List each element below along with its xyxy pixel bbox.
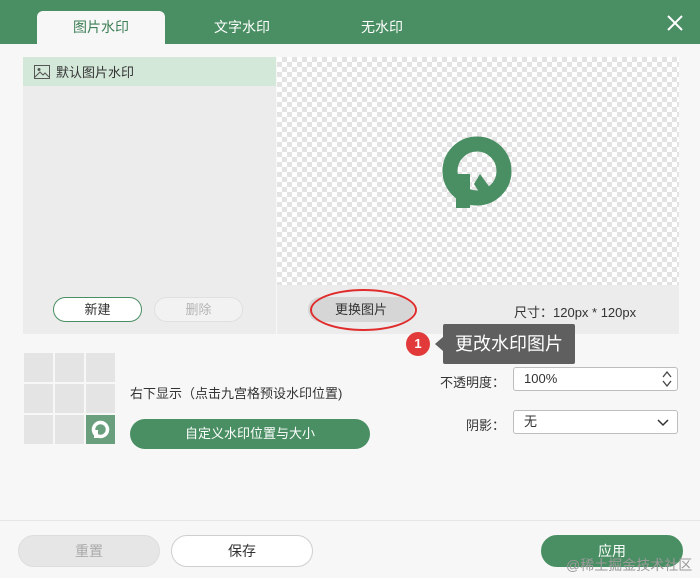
site-watermark: @稀土掘金技术社区 — [566, 557, 693, 573]
save-button[interactable]: 保存 — [171, 535, 313, 567]
highlight-ring — [310, 289, 417, 331]
spinner-icon[interactable] — [661, 369, 673, 389]
footer-divider — [0, 520, 700, 521]
grid-cell-middle-right[interactable] — [86, 384, 115, 413]
custom-position-button[interactable]: 自定义水印位置与大小 — [130, 419, 370, 449]
step-badge: 1 — [406, 332, 430, 356]
chevron-down-icon — [657, 419, 669, 427]
grid-cell-bottom-left[interactable] — [24, 415, 53, 444]
watermark-preview — [277, 57, 679, 285]
grid-cell-center[interactable] — [55, 384, 84, 413]
list-item-label: 默认图片水印 — [56, 65, 135, 80]
shadow-label: 阴影： — [466, 418, 506, 433]
opacity-value: 100% — [524, 371, 558, 386]
tooltip-text: 更改水印图片 — [443, 324, 575, 364]
opacity-input[interactable]: 100% — [513, 367, 678, 391]
logo-icon — [91, 420, 110, 439]
grid-cell-middle-left[interactable] — [24, 384, 53, 413]
watermark-list-panel: 默认图片水印 新建 删除 — [23, 57, 276, 334]
grid-cell-top-center[interactable] — [55, 353, 84, 382]
opacity-label: 不透明度： — [440, 375, 506, 390]
delete-button[interactable]: 删除 — [154, 297, 243, 322]
grid-cell-top-left[interactable] — [24, 353, 53, 382]
grid-cell-bottom-right[interactable] — [86, 415, 115, 444]
tab-bar: 图片水印 文字水印 无水印 — [0, 0, 700, 44]
tab-text-watermark[interactable]: 文字水印 — [178, 11, 306, 44]
tab-no-watermark[interactable]: 无水印 — [318, 11, 446, 44]
list-item-default-image[interactable]: 默认图片水印 — [23, 57, 276, 86]
image-icon — [34, 64, 50, 79]
tab-image-watermark[interactable]: 图片水印 — [37, 11, 165, 44]
grid-cell-bottom-center[interactable] — [55, 415, 84, 444]
position-description: 右下显示（点击九宫格预设水印位置) — [130, 386, 343, 401]
new-button[interactable]: 新建 — [53, 297, 142, 322]
logo-watermark-image — [442, 136, 512, 208]
grid-cell-top-right[interactable] — [86, 353, 115, 382]
close-icon[interactable] — [666, 14, 684, 32]
position-grid — [24, 353, 116, 445]
shadow-select[interactable]: 无 — [513, 410, 678, 434]
reset-button[interactable]: 重置 — [18, 535, 160, 567]
tooltip-arrow — [435, 337, 443, 351]
shadow-value: 无 — [524, 414, 538, 429]
size-info: 尺寸：120px * 120px — [514, 305, 637, 320]
